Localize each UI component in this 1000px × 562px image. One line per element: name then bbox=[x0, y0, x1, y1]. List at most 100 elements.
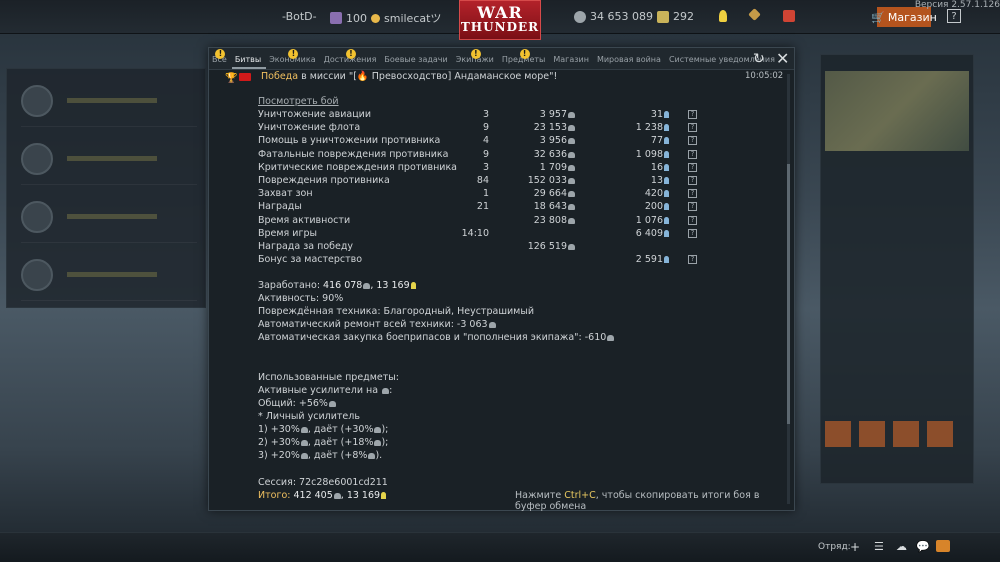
background-row bbox=[21, 133, 197, 185]
table-row: Время активности 23 808 1 076? bbox=[209, 215, 784, 228]
info-button[interactable]: ? bbox=[688, 255, 697, 265]
info-button[interactable]: ? bbox=[688, 189, 697, 199]
battle-results-dialog: Все! Битвы Экономика! Достижения! Боевые зад… bbox=[208, 47, 795, 512]
close-button[interactable]: ✕ bbox=[776, 49, 789, 68]
research-points-icon bbox=[664, 229, 669, 237]
activity-line: Активность: 90% bbox=[258, 293, 344, 304]
background-achievements-panel bbox=[6, 68, 206, 308]
silver-lions-balance[interactable]: 34 653 089 bbox=[574, 10, 653, 23]
info-button[interactable]: ? bbox=[688, 176, 697, 185]
reward-count: 3 bbox=[482, 109, 489, 120]
info-button[interactable]: ? bbox=[688, 110, 697, 119]
bottom-bar: Отряд: + ☰ ☁ 💬 bbox=[0, 532, 1000, 562]
reward-name: Время активности bbox=[258, 214, 351, 226]
warning-icon: ! bbox=[470, 49, 481, 59]
refresh-button[interactable]: ↻ bbox=[753, 51, 765, 67]
tab-0[interactable]: Все! bbox=[209, 49, 232, 69]
reward-name: Уничтожение флота bbox=[258, 122, 361, 134]
reward-research-points: 2 591 bbox=[609, 254, 669, 265]
bulb-icon[interactable] bbox=[719, 10, 727, 22]
mail-icon[interactable] bbox=[936, 540, 950, 552]
tab-1[interactable]: Битвы bbox=[231, 55, 267, 69]
info-button[interactable]: ? bbox=[688, 149, 697, 159]
boosters-active-line: Активные усилители на : bbox=[258, 385, 393, 396]
background-right-panel bbox=[820, 54, 974, 484]
silver-lions-icon bbox=[382, 388, 390, 394]
reward-name: Награды bbox=[258, 201, 302, 213]
golden-eagles-balance[interactable]: 292 bbox=[657, 10, 694, 23]
scrollbar[interactable] bbox=[787, 74, 790, 504]
reward-silver-lions: 23 153 bbox=[509, 122, 575, 133]
tab-3[interactable]: Достижения! bbox=[321, 49, 382, 69]
shop-button[interactable]: 🛒 Магазин bbox=[871, 7, 937, 27]
reward-count: 21 bbox=[476, 201, 489, 213]
silver-lions-icon bbox=[568, 204, 575, 211]
silver-lions-icon bbox=[568, 178, 575, 184]
reward-name: Награда за победу bbox=[258, 241, 354, 252]
tab-4[interactable]: Боевые задачи bbox=[381, 55, 452, 69]
table-row: Фатальные повреждения противника 9 32 636 1… bbox=[209, 149, 784, 162]
trophy-icon: 🏆 bbox=[225, 73, 238, 84]
research-points-icon bbox=[410, 282, 416, 289]
tab-6[interactable]: Предметы! bbox=[499, 49, 550, 69]
reward-silver-lions: 1 709 bbox=[509, 162, 575, 173]
research-points-icon bbox=[664, 190, 669, 198]
contacts-icon[interactable]: ☁ bbox=[896, 540, 907, 553]
view-battle-link[interactable]: Посмотреть бой bbox=[258, 96, 339, 107]
info-button[interactable]: ? bbox=[688, 228, 697, 238]
silver-lions-icon bbox=[568, 164, 575, 171]
reward-silver-lions: 3 956 bbox=[509, 135, 575, 146]
total-line: Итого: 412 405, 13 169 bbox=[258, 490, 387, 501]
reward-count: 4 bbox=[482, 135, 489, 147]
mission-result: Победа в миссии "[🔥 Превосходство] Андам… bbox=[261, 71, 558, 82]
add-squad-member-button[interactable]: + bbox=[850, 540, 860, 554]
chat-icon[interactable]: 💬 bbox=[916, 540, 930, 553]
username: smilecatツ bbox=[384, 12, 442, 25]
research-points-icon bbox=[664, 163, 669, 171]
silver-lions-icon bbox=[488, 322, 496, 328]
silver-lions-icon bbox=[328, 401, 336, 407]
star-icon bbox=[371, 13, 380, 23]
reward-silver-lions: 18 643 bbox=[509, 201, 575, 212]
player-profile[interactable]: 100 smilecatツ bbox=[330, 10, 441, 26]
reward-silver-lions: 126 519 bbox=[509, 241, 575, 252]
reward-research-points: 31 bbox=[609, 109, 669, 120]
info-button[interactable]: ? bbox=[688, 136, 697, 146]
reward-name: Помощь в уничтожении противника bbox=[258, 135, 441, 147]
tab-5[interactable]: Экипажи! bbox=[453, 49, 499, 69]
coupon-icon[interactable] bbox=[783, 10, 795, 22]
tab-7[interactable]: Магазин bbox=[550, 55, 594, 69]
info-button[interactable]: ? bbox=[688, 202, 697, 212]
player-icon bbox=[330, 12, 342, 24]
silver-lions-icon bbox=[607, 335, 615, 341]
table-row: Критические повреждения противника 3 1 709… bbox=[209, 162, 784, 175]
info-button[interactable]: ? bbox=[688, 123, 697, 133]
reward-research-points: 420 bbox=[609, 188, 669, 199]
list-icon[interactable]: ☰ bbox=[874, 540, 884, 553]
flag-icon bbox=[239, 73, 251, 81]
chest-icon[interactable] bbox=[748, 8, 761, 21]
info-button[interactable]: ? bbox=[688, 162, 697, 172]
scroll-thumb[interactable] bbox=[787, 164, 790, 424]
reward-research-points: 1 238 bbox=[609, 122, 669, 133]
clan-tag[interactable]: -BotD- bbox=[282, 10, 317, 23]
copy-hint: Нажмите Ctrl+C, чтобы скопировать итоги … bbox=[515, 490, 760, 512]
used-items-header: Использованные предметы: bbox=[258, 372, 399, 383]
reward-name: Уничтожение авиации bbox=[258, 109, 372, 120]
silver-lions-icon bbox=[568, 191, 575, 198]
reward-research-points: 77 bbox=[609, 135, 669, 146]
help-button[interactable]: ? bbox=[947, 9, 961, 23]
background-row bbox=[21, 191, 197, 243]
tab-8[interactable]: Мировая война bbox=[594, 55, 666, 69]
repair-cost-line: Автоматический ремонт всей техники: -3 0… bbox=[258, 319, 496, 330]
battle-results-content: 🏆 Победа в миссии "[🔥 Превосходство] Анд… bbox=[209, 70, 784, 512]
reward-silver-lions: 3 957 bbox=[509, 109, 575, 120]
reward-name: Повреждения противника bbox=[258, 175, 390, 186]
top-bar: -BotD- 100 smilecatツ WAR THUNDER 34 653 … bbox=[0, 0, 1000, 40]
info-button[interactable]: ? bbox=[688, 215, 697, 225]
reward-silver-lions: 29 664 bbox=[509, 188, 575, 199]
research-points-icon bbox=[664, 137, 669, 145]
war-thunder-logo[interactable]: WAR THUNDER bbox=[459, 0, 541, 40]
session-id: Сессия: 72c28e6001cd211 bbox=[258, 477, 388, 488]
tab-2[interactable]: Экономика! bbox=[266, 49, 320, 69]
